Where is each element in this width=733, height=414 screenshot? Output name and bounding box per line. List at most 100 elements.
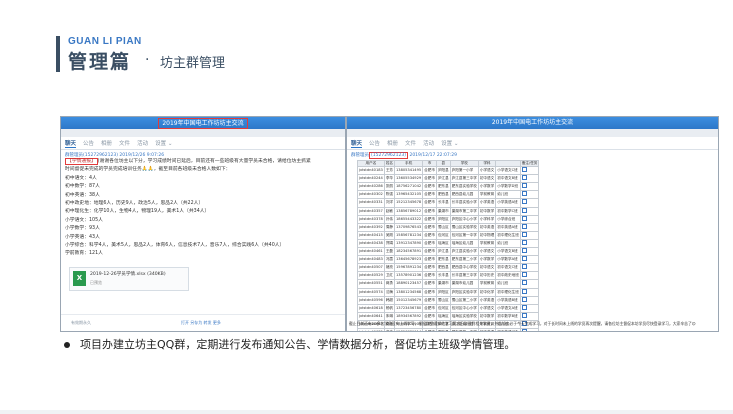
table-cell: 初中语文 [477, 174, 497, 184]
table-cell: 卫红 [383, 271, 396, 281]
table-cell: 幼儿班 [495, 238, 521, 249]
table-cell: 合肥市 [422, 255, 437, 265]
tab-album[interactable]: 相册 [387, 139, 398, 147]
table-row: jxtstdn40357 赵敏 13856789012 合肥市 巢湖市 巢湖市第二中学 初中… [357, 206, 540, 216]
task-checkbox-cell[interactable] [519, 166, 540, 176]
task-checkbox-cell[interactable] [519, 206, 540, 216]
table-cell: 长丰县 [435, 271, 451, 281]
task-checkbox-cell[interactable] [519, 238, 540, 249]
tab-files[interactable]: 文件 [405, 139, 416, 147]
task-checkbox-cell[interactable] [519, 174, 540, 184]
checkbox-icon[interactable] [521, 297, 527, 302]
table-row: jxtstdn40244 李华 13605534929 合肥市 庐江县 庐江县第三中学 初中… [357, 174, 540, 184]
checkbox-icon[interactable] [521, 272, 527, 278]
checkbox-icon[interactable] [521, 313, 527, 318]
table-cell: 巢湖市 [435, 206, 451, 216]
table-cell: 赵敏 [383, 206, 396, 216]
group-tabs: 聊天 公告 相册 文件 活动 设置 ⌄ [61, 137, 345, 150]
table-cell: 小学科学 [477, 214, 497, 224]
task-checkbox-cell[interactable] [519, 255, 540, 265]
tab-activity[interactable]: 活动 [423, 139, 434, 147]
table-row: jxtstdn40574 沈梅 13801234568 合肥市 庐阳区 庐阳区实验中学 初中… [357, 287, 540, 297]
tab-settings[interactable]: 设置 ⌄ [441, 139, 458, 147]
header-subtitle: GUAN LI PIAN [68, 36, 142, 47]
task-checkbox-cell[interactable] [519, 214, 540, 224]
file-actions[interactable]: 打开 另存为 转发 更多 [181, 320, 221, 326]
task-checkbox-cell[interactable] [519, 247, 540, 257]
tab-activity[interactable]: 活动 [137, 139, 148, 147]
toolbar-strip [61, 129, 345, 137]
checkbox-icon[interactable] [521, 329, 527, 331]
checkbox-icon[interactable] [521, 183, 527, 189]
table-cell: 初中化学 [477, 287, 497, 297]
table-cell: 蜀山区 [435, 295, 451, 305]
table-cell: 合肥市 [422, 303, 437, 313]
checkbox-icon[interactable] [521, 305, 527, 310]
table-cell: jxtstdn40302 [357, 190, 385, 200]
file-name: 2019-12-26学员学情.xlsx (340KB) [90, 271, 166, 277]
table-cell: 肥东县 [435, 255, 451, 265]
table-cell: 合肥市 [422, 166, 437, 176]
task-checkbox-cell[interactable] [519, 303, 540, 313]
table-cell: 合肥市 [422, 287, 437, 297]
file-footer: 有效期永久 打开 另存为 转发 更多 [61, 314, 345, 331]
table-cell: 幼儿班 [495, 190, 521, 200]
checkbox-icon[interactable] [521, 224, 527, 229]
file-status: 已预览 [90, 280, 102, 285]
message-line-5: 初中政史地：地理6人，历史9人，政治5人，思品2人（共22人） [65, 201, 204, 207]
tab-chat[interactable]: 聊天 [65, 139, 77, 148]
table-cell: 18756271042 [393, 182, 424, 192]
task-checkbox-cell[interactable] [519, 263, 540, 273]
checkbox-icon[interactable] [521, 216, 527, 221]
table-cell: 13605534929 [393, 174, 424, 184]
table-cell: 吴刚 [383, 230, 396, 240]
table-cell: 包河区中心小学 [449, 303, 479, 313]
task-checkbox-cell[interactable] [519, 190, 540, 200]
task-checkbox-cell[interactable] [519, 279, 540, 289]
checkbox-icon[interactable] [521, 167, 527, 173]
chevron-down-icon: ⌄ [453, 141, 459, 147]
table-cell: jxtstdn40641 [357, 311, 385, 321]
tab-settings[interactable]: 设置 ⌄ [155, 139, 172, 147]
task-checkbox-cell[interactable] [519, 230, 540, 240]
task-checkbox-cell[interactable] [519, 295, 540, 305]
table-cell: 初中数学 [477, 311, 497, 321]
table-cell: 长丰县 [435, 198, 451, 208]
slide: GUAN LI PIAN 管理篇 · 坊主群管理 2019年中国电工作坊坊主交流… [0, 0, 733, 414]
tab-chat[interactable]: 聊天 [351, 139, 363, 148]
task-checkbox-cell[interactable] [519, 287, 540, 297]
checkbox-icon[interactable] [521, 289, 527, 294]
task-checkbox-cell[interactable] [519, 198, 540, 208]
table-cell: jxtstdn40392 [357, 222, 385, 232]
file-attachment[interactable]: X 2019-12-26学员学情.xlsx (340KB) 已预览 [69, 267, 189, 291]
checkbox-icon[interactable] [521, 248, 527, 254]
checkbox-icon[interactable] [521, 240, 527, 245]
checkbox-icon[interactable] [521, 256, 527, 262]
tab-announcement[interactable]: 公告 [83, 139, 94, 147]
checkbox-icon[interactable] [521, 280, 527, 286]
table-cell: 庐阳区 [435, 214, 451, 224]
task-checkbox-cell[interactable] [519, 271, 540, 281]
table-cell: 朱琳 [383, 311, 396, 321]
table-cell: 包河区第一中学 [449, 230, 479, 240]
table-cell: 15856781234 [393, 230, 424, 240]
table-cell: 巢湖市幼儿园 [449, 279, 479, 289]
message-line-1: 时间督促未完成的学员完成培训任务🙏🙏，截至目前各班级未合格人数如下： [65, 167, 231, 173]
tab-announcement[interactable]: 公告 [369, 139, 380, 147]
message-line-2: 初中语文：4人 [65, 175, 97, 181]
task-checkbox-cell[interactable] [519, 311, 540, 321]
roster-note: 截止目前还有20多名学员没有上线学习，根据群里通知的学习要求已联系到相关学员，并… [349, 321, 696, 326]
table-cell: 学前教育 [477, 190, 497, 200]
task-checkbox-cell[interactable] [519, 182, 540, 192]
checkbox-icon[interactable] [521, 191, 527, 197]
table-cell: 合肥市 [422, 263, 437, 273]
table-cell: 合肥市 [422, 230, 437, 240]
checkbox-icon[interactable] [521, 232, 527, 237]
checkbox-icon[interactable] [521, 208, 527, 213]
checkbox-icon[interactable] [521, 175, 527, 181]
checkbox-icon[interactable] [521, 264, 527, 270]
tab-album[interactable]: 相册 [101, 139, 112, 147]
checkbox-icon[interactable] [521, 199, 527, 205]
task-checkbox-cell[interactable] [519, 222, 540, 232]
tab-files[interactable]: 文件 [119, 139, 130, 147]
